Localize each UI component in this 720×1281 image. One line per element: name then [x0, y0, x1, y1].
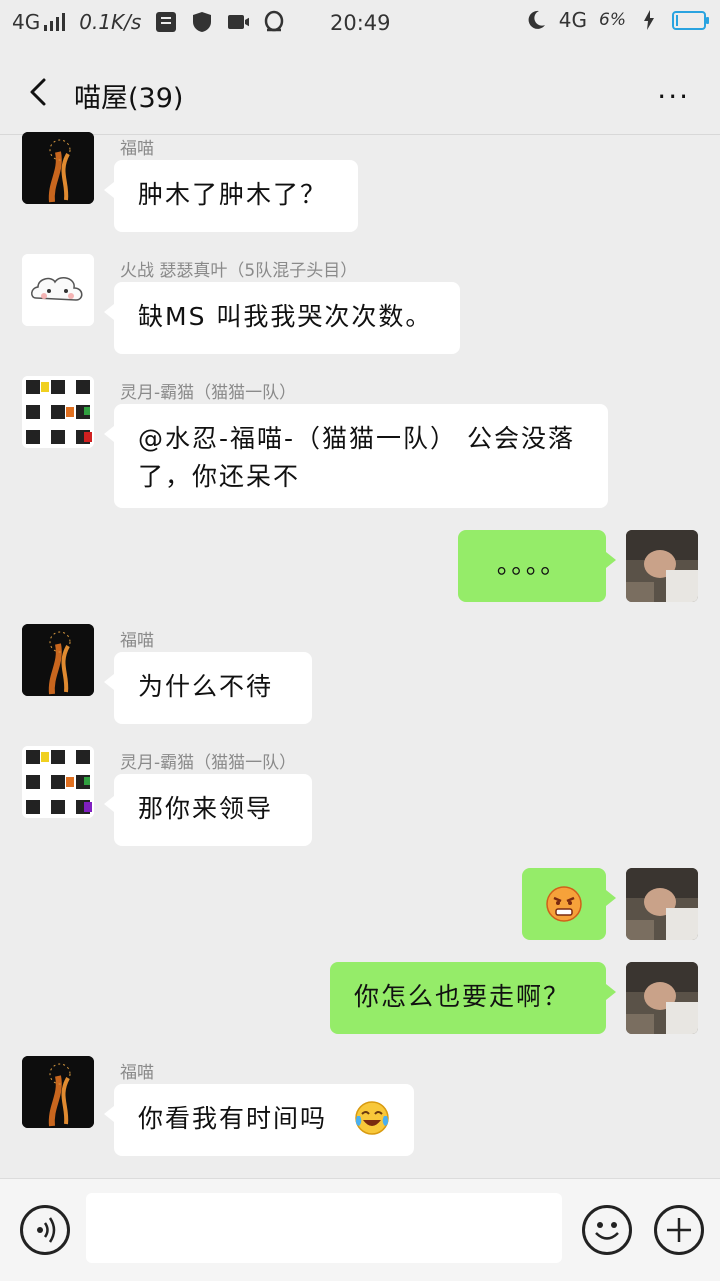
message-bubble[interactable]: @水忍-福喵-（猫猫一队） 公会没落了，你还呆不 — [104, 404, 608, 508]
sender-name: 福喵 — [120, 631, 154, 651]
voice-icon — [37, 1217, 56, 1243]
message-bubble[interactable]: 肿木了肿木了？ — [104, 160, 358, 232]
emoji-message-bubble[interactable] — [522, 868, 616, 940]
message-bubble[interactable]: 为什么不待 — [104, 652, 312, 724]
angry-face-icon — [546, 886, 582, 922]
sender-name: 灵月-霸猫（猫猫一队） — [120, 383, 297, 403]
status-bar: 4G 0.1K/s 20:49 4G 6% — [0, 0, 720, 50]
message-bubble[interactable]: 你看我有时间吗 — [104, 1084, 414, 1156]
sender-name: 福喵 — [120, 1063, 154, 1083]
plus-icon — [667, 1218, 691, 1242]
avatar[interactable] — [22, 1056, 94, 1128]
network-type-left: 4G — [12, 10, 41, 34]
chat-header: 喵屋(39) ··· — [0, 50, 720, 135]
sender-name: 灵月-霸猫（猫猫一队） — [120, 753, 297, 773]
avatar[interactable] — [22, 254, 94, 326]
message-bubble[interactable]: 缺MS 叫我我哭次次数。 — [104, 282, 460, 354]
more-options-button[interactable]: ··· — [657, 80, 690, 113]
sender-name: 火战 瑟瑟真叶（5队混子头目） — [120, 261, 358, 281]
message-text: 你看我有时间吗 — [138, 1104, 328, 1133]
more-functions-button[interactable] — [654, 1205, 704, 1255]
network-speed: 0.1K/s — [79, 10, 142, 34]
avatar[interactable] — [22, 624, 94, 696]
self-avatar[interactable] — [626, 962, 698, 1034]
tears-of-joy-icon — [355, 1101, 389, 1135]
signal-strength-icon — [44, 13, 66, 31]
battery-percent: 6% — [599, 10, 626, 30]
back-button[interactable] — [22, 74, 58, 110]
battery-icon — [672, 10, 709, 30]
message-input[interactable] — [86, 1193, 562, 1263]
message-bubble[interactable]: 那你来领导 — [104, 774, 312, 846]
avatar[interactable] — [22, 376, 94, 448]
message-bubble[interactable]: 你怎么也要走啊？ — [330, 962, 616, 1034]
video-icon — [227, 11, 250, 33]
voice-input-button[interactable] — [20, 1205, 70, 1255]
app-notification-icon — [155, 11, 177, 33]
clock: 20:49 — [330, 11, 391, 35]
sender-name: 福喵 — [120, 139, 154, 159]
emoji-button[interactable] — [582, 1205, 632, 1255]
smiley-icon — [595, 1222, 619, 1240]
input-bar — [0, 1178, 720, 1281]
shield-icon — [191, 11, 213, 33]
network-type-right: 4G — [558, 8, 588, 32]
self-avatar[interactable] — [626, 530, 698, 602]
avatar[interactable] — [22, 746, 94, 818]
charging-icon — [638, 9, 660, 31]
message-bubble[interactable]: 。。。。 — [458, 530, 616, 602]
qq-penguin-icon — [263, 10, 285, 33]
self-avatar[interactable] — [626, 868, 698, 940]
chat-title: 喵屋(39) — [74, 83, 184, 114]
avatar[interactable] — [22, 132, 94, 204]
moon-icon — [525, 9, 547, 31]
